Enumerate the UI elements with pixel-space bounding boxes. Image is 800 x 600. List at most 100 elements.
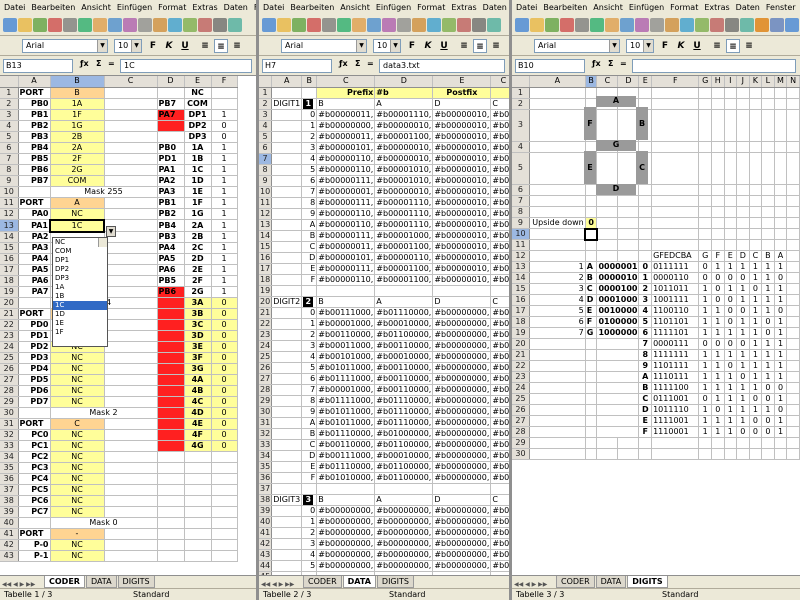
- value-cell[interactable]: 1: [211, 264, 238, 276]
- segment-letter[interactable]: [585, 371, 598, 383]
- binary-value-cell[interactable]: #b00000010,: [374, 120, 434, 132]
- segment-header[interactable]: B: [316, 494, 376, 506]
- bit-cell[interactable]: 1: [736, 283, 750, 295]
- bit-cell[interactable]: 0: [749, 393, 763, 405]
- cell[interactable]: [271, 230, 303, 242]
- cell[interactable]: [786, 206, 800, 218]
- digit-index[interactable]: 3: [301, 142, 318, 154]
- cell[interactable]: [104, 528, 158, 540]
- segment-header[interactable]: A: [374, 98, 434, 110]
- column-header[interactable]: L: [761, 76, 775, 88]
- digit-index[interactable]: D: [301, 450, 318, 462]
- port-pin-cell[interactable]: PB1: [18, 109, 51, 121]
- binary-value-cell[interactable]: #b00: [490, 252, 509, 264]
- spreadsheet-grid[interactable]: A B C D E F 1 PORT B NC 2 PB0 1A PB7 COM 3 PB1 1F PA7 DP1 1 4…: [0, 76, 256, 575]
- cell[interactable]: [271, 384, 303, 396]
- cell[interactable]: [271, 153, 303, 165]
- cell[interactable]: [698, 109, 712, 142]
- cell[interactable]: [724, 239, 738, 251]
- pin-cell[interactable]: [157, 407, 185, 419]
- binary-value-cell[interactable]: #b00: [490, 417, 509, 429]
- pin-cell[interactable]: [157, 330, 185, 342]
- cell[interactable]: [596, 448, 619, 460]
- cell[interactable]: [271, 549, 303, 561]
- port-pin-cell[interactable]: PB3: [18, 131, 51, 143]
- binary-value-cell[interactable]: #b01110000,: [316, 428, 376, 440]
- port-pin-cell[interactable]: PORT: [18, 197, 51, 209]
- row-header[interactable]: 15: [0, 242, 19, 254]
- port-pin-cell[interactable]: PA5: [18, 264, 51, 276]
- segment-pattern[interactable]: 0111001: [651, 393, 700, 405]
- bit-cell[interactable]: 0: [736, 426, 750, 438]
- binary-value-cell[interactable]: #b00010000,: [374, 318, 434, 330]
- toolbar-icon[interactable]: [530, 18, 544, 32]
- segment-letter[interactable]: [585, 426, 598, 438]
- segment-letter[interactable]: [585, 382, 598, 394]
- pin-cell[interactable]: PA6: [157, 264, 185, 276]
- segment-number[interactable]: [529, 426, 586, 438]
- cell[interactable]: [617, 206, 640, 218]
- binary-value-cell[interactable]: #b00: [490, 109, 509, 121]
- cell[interactable]: [529, 184, 586, 196]
- binary-value-cell[interactable]: #b00: [490, 351, 509, 363]
- bit-cell[interactable]: 0: [724, 305, 738, 317]
- bit-cell[interactable]: 1: [749, 261, 763, 273]
- digit-index[interactable]: A: [301, 219, 318, 231]
- port-pin-cell[interactable]: PA3: [18, 242, 51, 254]
- cell[interactable]: [698, 239, 712, 251]
- binary-value-cell[interactable]: #b00: [490, 505, 509, 517]
- cell[interactable]: [596, 228, 619, 240]
- formula-input[interactable]: data3.txt: [379, 59, 505, 73]
- bit-cell[interactable]: 1: [698, 283, 712, 295]
- signal-cell[interactable]: 1D: [184, 175, 212, 187]
- binary-value-cell[interactable]: #b00000010,: [432, 142, 492, 154]
- binary-value-cell[interactable]: #b00: [490, 208, 509, 220]
- column-header[interactable]: B: [585, 76, 598, 88]
- cell[interactable]: [104, 131, 158, 143]
- cell[interactable]: [711, 152, 725, 185]
- digit-index[interactable]: 2: [301, 527, 318, 539]
- pin-cell[interactable]: [157, 319, 185, 331]
- binary-value-cell[interactable]: #b00011000,: [316, 340, 376, 352]
- toolbar-icon[interactable]: [3, 18, 17, 32]
- binary-value-cell[interactable]: #b00000000,: [316, 538, 376, 550]
- bit-cell[interactable]: 1: [724, 393, 738, 405]
- bit-cell[interactable]: 0: [761, 382, 775, 394]
- digit-index[interactable]: 7: [638, 338, 653, 350]
- binary-value-cell[interactable]: #b00000000,: [374, 516, 434, 528]
- segment-letter[interactable]: B: [585, 272, 598, 284]
- cell[interactable]: [749, 228, 763, 240]
- row-header[interactable]: 25: [259, 351, 273, 363]
- cell[interactable]: [786, 184, 800, 196]
- toolbar-icon[interactable]: [382, 18, 396, 32]
- binary-value-cell[interactable]: #b00000000,: [432, 373, 492, 385]
- bit-cell[interactable]: 1: [724, 327, 738, 339]
- binary-value-cell[interactable]: #b01100000,: [374, 472, 434, 484]
- signal-cell[interactable]: 4A: [184, 374, 212, 386]
- cell[interactable]: [271, 219, 303, 231]
- cell[interactable]: [529, 448, 586, 460]
- bit-cell[interactable]: 0: [724, 360, 738, 372]
- row-header[interactable]: 42: [0, 539, 19, 551]
- spreadsheet-grid[interactable]: A B C D E C 1 Prefix #b Postfix 2 DIGIT1 1 B A D C 3 0 #b00…: [259, 76, 509, 575]
- cell[interactable]: [786, 195, 800, 207]
- segment-pattern[interactable]: 0000110: [651, 272, 700, 284]
- segment-number[interactable]: 1: [529, 261, 586, 273]
- segment-letter[interactable]: [585, 338, 598, 350]
- column-header[interactable]: I: [724, 76, 738, 88]
- row-header[interactable]: 31: [0, 418, 19, 430]
- tab-navigation-icon[interactable]: ◀◀ ◀ ▶ ▶▶: [259, 581, 303, 588]
- toolbar-icon[interactable]: [695, 18, 709, 32]
- toolbar-icon[interactable]: [168, 18, 182, 32]
- row-header[interactable]: 38: [0, 495, 19, 507]
- cell[interactable]: [786, 426, 800, 438]
- cell[interactable]: [761, 87, 775, 99]
- pin-cell[interactable]: PB1: [157, 197, 185, 209]
- port-pin-cell[interactable]: [18, 407, 51, 419]
- column-header[interactable]: F: [211, 76, 238, 88]
- cell[interactable]: [786, 228, 800, 240]
- cell[interactable]: [736, 195, 750, 207]
- cell[interactable]: [596, 195, 619, 207]
- cell[interactable]: [736, 437, 750, 449]
- segment-number[interactable]: [529, 371, 586, 383]
